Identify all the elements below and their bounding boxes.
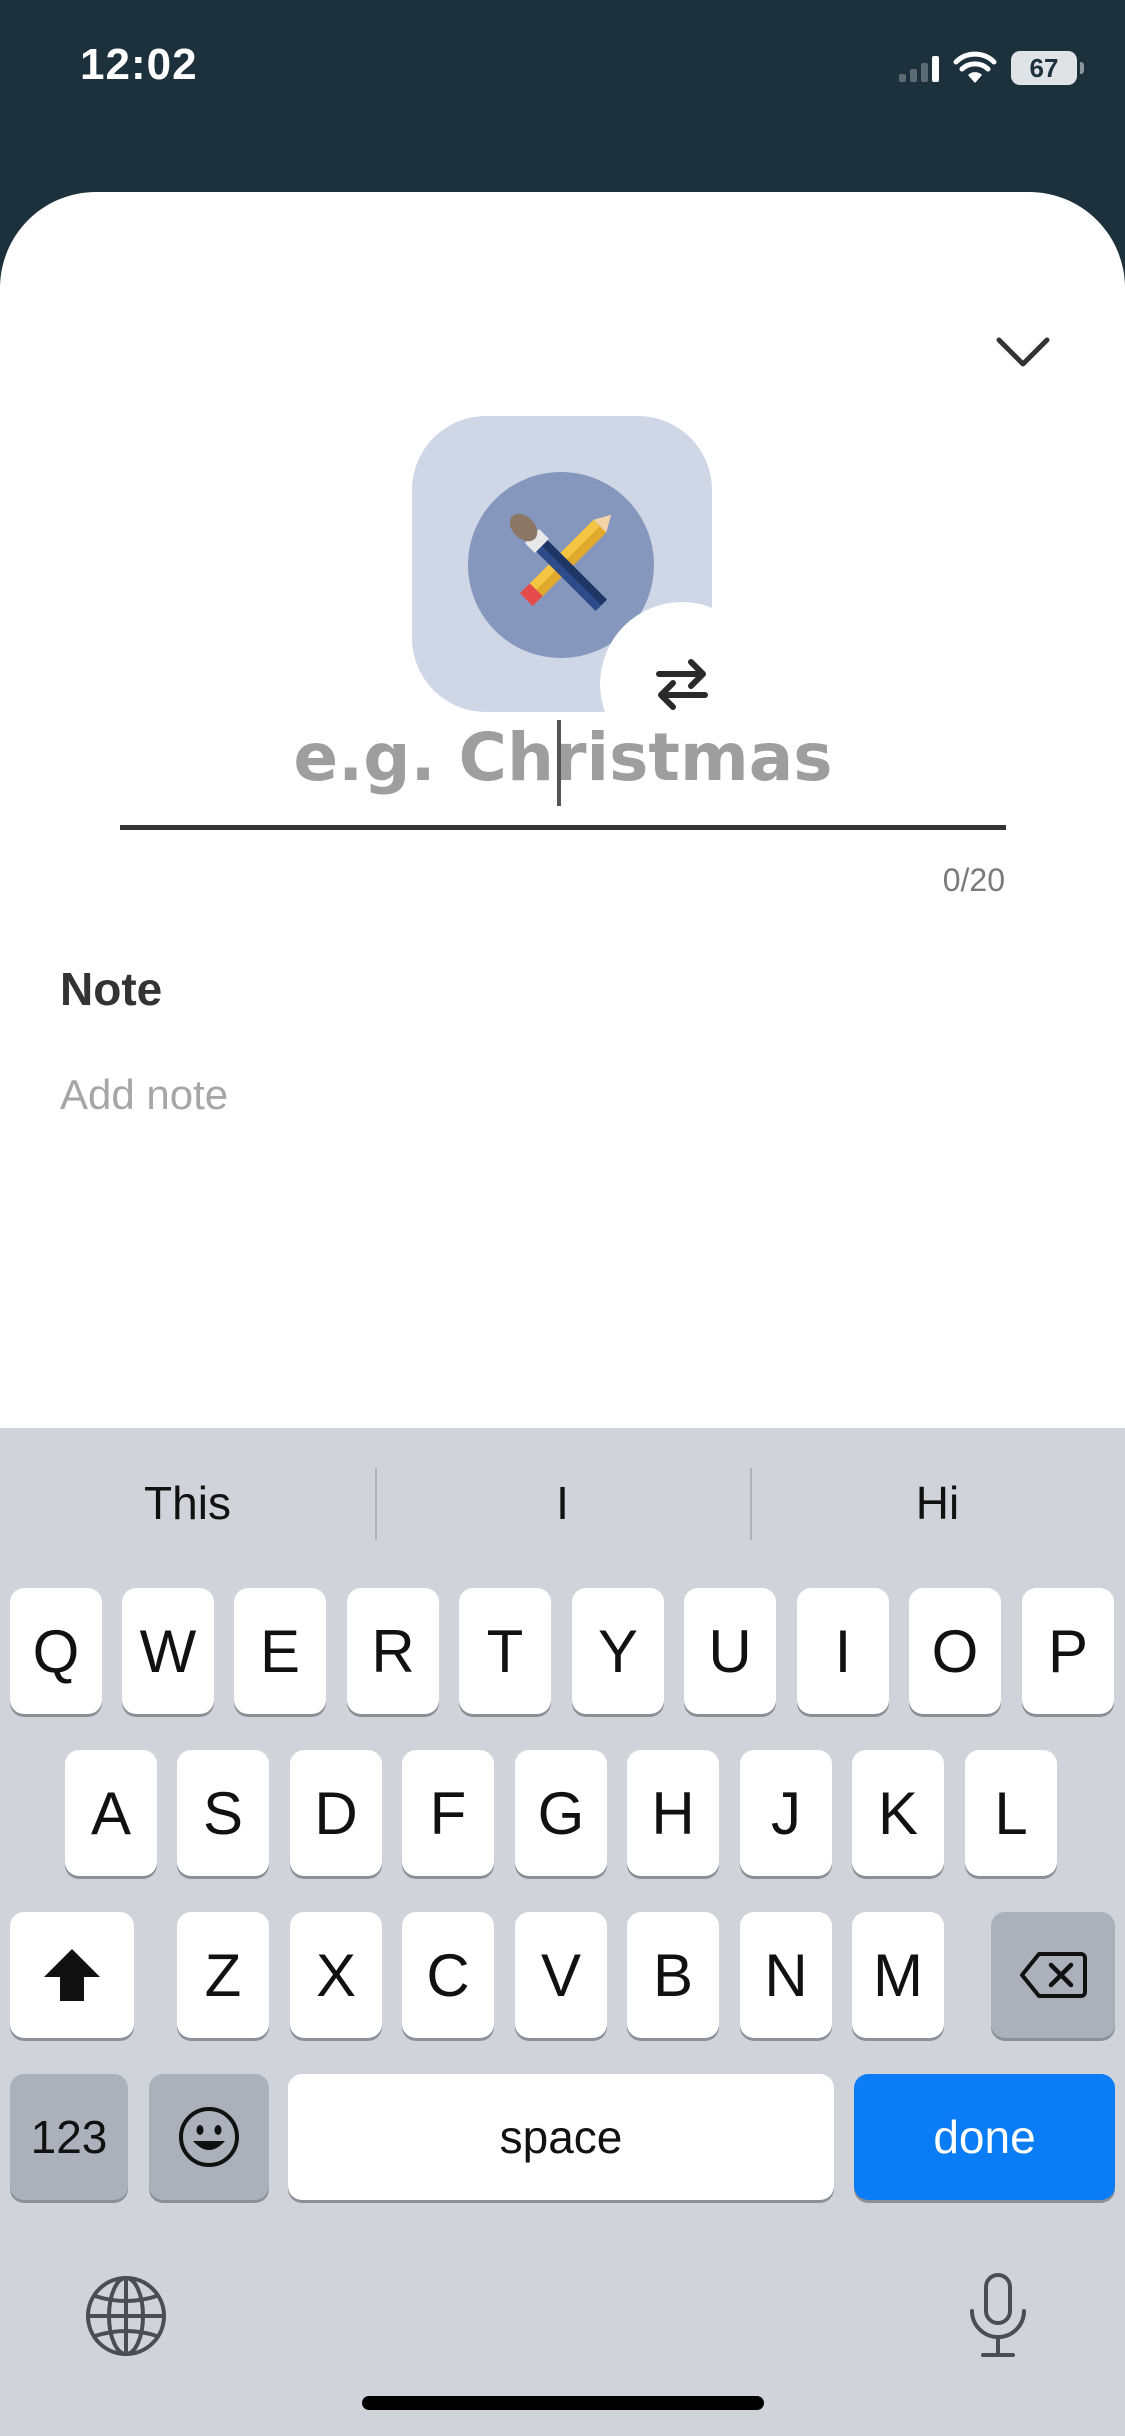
space-key[interactable]: space bbox=[288, 2074, 834, 2200]
key-y[interactable]: Y bbox=[572, 1588, 664, 1714]
keyboard: This I Hi Q W E R T Y U I O P A S D F G … bbox=[0, 1428, 1125, 2436]
event-name-input[interactable] bbox=[120, 690, 1006, 830]
status-icons: 67 bbox=[899, 48, 1084, 88]
key-v[interactable]: V bbox=[515, 1912, 607, 2038]
emoji-icon bbox=[179, 2107, 239, 2167]
globe-button[interactable] bbox=[78, 2268, 174, 2364]
key-f[interactable]: F bbox=[402, 1750, 494, 1876]
key-q[interactable]: Q bbox=[10, 1588, 102, 1714]
shift-key[interactable] bbox=[10, 1912, 134, 2038]
battery-icon: 67 bbox=[1011, 51, 1084, 85]
suggestion-bar: This I Hi bbox=[0, 1428, 1125, 1578]
wifi-icon bbox=[953, 51, 997, 83]
status-bar: 12:02 67 bbox=[0, 0, 1125, 140]
key-m[interactable]: M bbox=[852, 1912, 944, 2038]
home-indicator[interactable] bbox=[362, 2396, 764, 2410]
key-r[interactable]: R bbox=[347, 1588, 439, 1714]
key-k[interactable]: K bbox=[852, 1750, 944, 1876]
backspace-icon bbox=[1020, 1952, 1087, 1998]
text-cursor bbox=[557, 720, 561, 806]
battery-level: 67 bbox=[1029, 52, 1059, 83]
key-g[interactable]: G bbox=[515, 1750, 607, 1876]
shift-arrow-icon bbox=[44, 1949, 100, 2001]
key-j[interactable]: J bbox=[740, 1750, 832, 1876]
dictation-button[interactable] bbox=[950, 2268, 1046, 2364]
key-t[interactable]: T bbox=[459, 1588, 551, 1714]
note-label: Note bbox=[60, 963, 163, 1015]
key-o[interactable]: O bbox=[909, 1588, 1001, 1714]
key-n[interactable]: N bbox=[740, 1912, 832, 2038]
key-a[interactable]: A bbox=[65, 1750, 157, 1876]
key-e[interactable]: E bbox=[234, 1588, 326, 1714]
key-i[interactable]: I bbox=[797, 1588, 889, 1714]
key-l[interactable]: L bbox=[965, 1750, 1057, 1876]
suggestion-1[interactable]: This bbox=[0, 1428, 375, 1578]
key-x[interactable]: X bbox=[290, 1912, 382, 2038]
key-s[interactable]: S bbox=[177, 1750, 269, 1876]
suggestion-3[interactable]: Hi bbox=[750, 1428, 1125, 1578]
key-b[interactable]: B bbox=[627, 1912, 719, 2038]
key-w[interactable]: W bbox=[122, 1588, 214, 1714]
character-counter: 0/20 bbox=[942, 862, 1005, 898]
key-p[interactable]: P bbox=[1022, 1588, 1114, 1714]
delete-key[interactable] bbox=[991, 1912, 1115, 2038]
chevron-down-icon bbox=[996, 337, 1050, 367]
key-z[interactable]: Z bbox=[177, 1912, 269, 2038]
done-key[interactable]: done bbox=[854, 2074, 1115, 2200]
status-time: 12:02 bbox=[80, 40, 198, 89]
suggestion-2[interactable]: I bbox=[375, 1428, 750, 1578]
collapse-button[interactable] bbox=[981, 310, 1065, 394]
paint-tools-icon bbox=[509, 513, 612, 611]
globe-icon bbox=[86, 2276, 166, 2356]
emoji-key[interactable] bbox=[149, 2074, 269, 2200]
key-h[interactable]: H bbox=[627, 1750, 719, 1876]
key-c[interactable]: C bbox=[402, 1912, 494, 2038]
microphone-icon bbox=[970, 2273, 1026, 2357]
note-input[interactable] bbox=[60, 1060, 1060, 1130]
numbers-key[interactable]: 123 bbox=[10, 2074, 128, 2200]
cellular-signal-icon bbox=[899, 54, 939, 82]
key-u[interactable]: U bbox=[684, 1588, 776, 1714]
key-d[interactable]: D bbox=[290, 1750, 382, 1876]
